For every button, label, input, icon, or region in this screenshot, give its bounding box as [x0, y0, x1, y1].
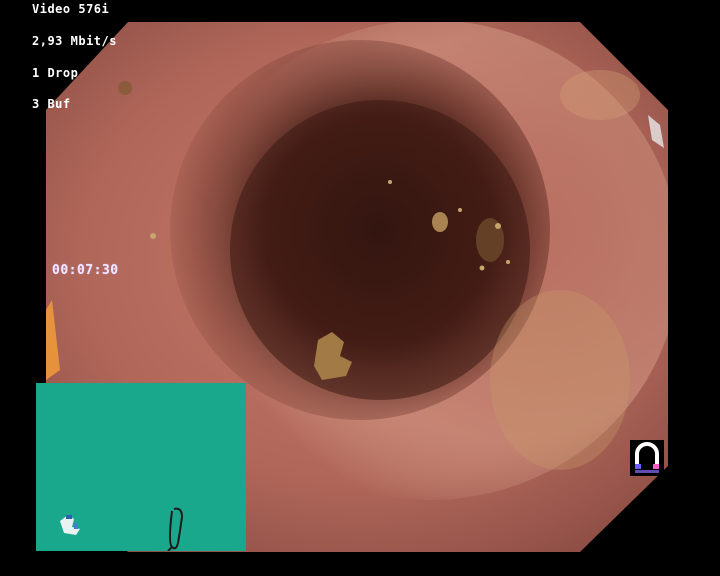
scope-position-inset — [36, 383, 246, 551]
magnet-icon — [630, 440, 664, 476]
video-mode-readout: Video 576i — [32, 2, 110, 16]
endoscopy-viewer: Video 576i 2,93 Mbit/s 1 Drop 3 Buf 00:0… — [0, 0, 720, 576]
bitrate-readout: 2,93 Mbit/s — [32, 34, 117, 48]
dropped-frames-readout: 1 Drop — [32, 66, 79, 80]
elapsed-timer: 00:07:30 — [52, 263, 119, 278]
buffer-readout: 3 Buf — [32, 97, 71, 111]
